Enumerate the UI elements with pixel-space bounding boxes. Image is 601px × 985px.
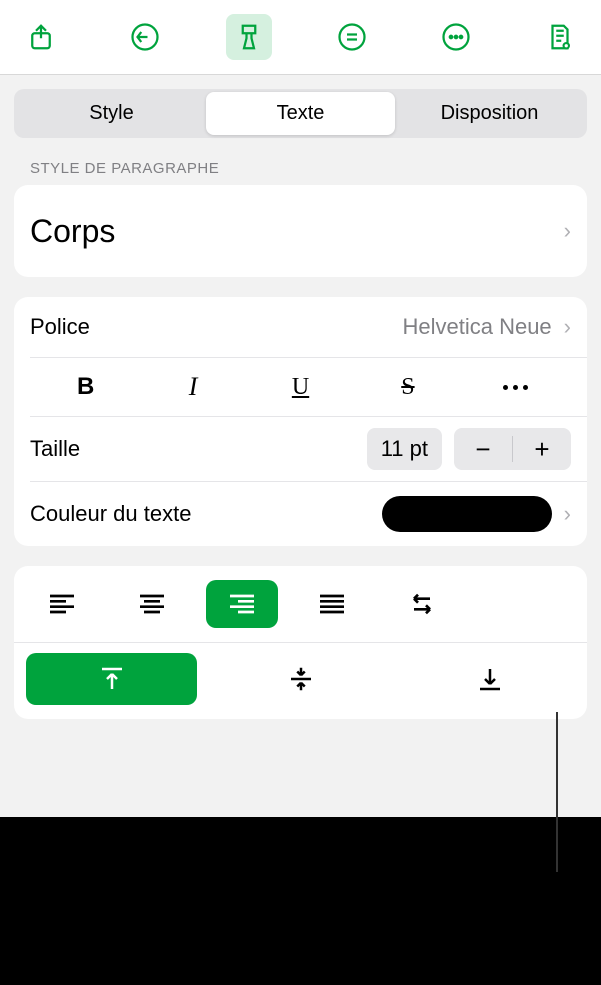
size-stepper: − + <box>454 428 571 470</box>
align-left-button[interactable] <box>26 580 98 628</box>
comment-button[interactable] <box>329 14 375 60</box>
horizontal-align-row <box>14 566 587 642</box>
tab-text[interactable]: Texte <box>206 92 395 135</box>
bold-button[interactable]: B <box>77 373 94 401</box>
size-increase-button[interactable]: + <box>513 428 571 470</box>
valign-bottom-button[interactable] <box>404 653 575 705</box>
valign-middle-button[interactable] <box>215 653 386 705</box>
font-value: Helvetica Neue <box>402 314 551 340</box>
align-center-button[interactable] <box>116 580 188 628</box>
paragraph-style-card[interactable]: Corps › <box>14 185 587 277</box>
size-row: Taille 11 pt − + <box>14 417 587 481</box>
underline-button[interactable]: U <box>292 374 309 401</box>
text-direction-button[interactable] <box>386 580 458 628</box>
share-button[interactable] <box>18 14 64 60</box>
vertical-align-row <box>14 643 587 719</box>
toolbar <box>0 0 601 75</box>
format-tabs: Style Texte Disposition <box>14 89 587 138</box>
callout-line <box>556 712 558 872</box>
text-format-card: Police Helvetica Neue › B I U S Taille 1… <box>14 297 587 546</box>
chevron-right-icon: › <box>564 501 571 527</box>
tab-style[interactable]: Style <box>17 92 206 135</box>
size-decrease-button[interactable]: − <box>454 428 512 470</box>
bottom-black-region <box>0 817 601 985</box>
text-color-row[interactable]: Couleur du texte › <box>14 482 587 546</box>
more-styles-button[interactable] <box>503 385 528 390</box>
text-color-swatch <box>382 496 552 532</box>
valign-top-button[interactable] <box>26 653 197 705</box>
align-justify-button[interactable] <box>296 580 368 628</box>
text-color-label: Couleur du texte <box>30 501 191 527</box>
strikethrough-button[interactable]: S <box>401 374 414 401</box>
paragraph-style-section-title: STYLE DE PARAGRAPHE <box>30 160 587 177</box>
format-panel: Style Texte Disposition STYLE DE PARAGRA… <box>0 75 601 817</box>
undo-button[interactable] <box>122 14 168 60</box>
font-label: Police <box>30 314 90 340</box>
alignment-card <box>14 566 587 719</box>
tab-layout[interactable]: Disposition <box>395 92 584 135</box>
chevron-right-icon: › <box>564 314 571 340</box>
format-brush-button[interactable] <box>226 14 272 60</box>
paragraph-style-name: Corps <box>30 213 115 250</box>
document-view-button[interactable] <box>537 14 583 60</box>
font-row[interactable]: Police Helvetica Neue › <box>14 297 587 357</box>
size-value[interactable]: 11 pt <box>367 428 442 470</box>
italic-button[interactable]: I <box>189 372 198 402</box>
font-style-row: B I U S <box>14 358 587 416</box>
chevron-right-icon: › <box>564 218 571 244</box>
align-right-button[interactable] <box>206 580 278 628</box>
size-label: Taille <box>30 436 80 462</box>
more-options-button[interactable] <box>433 14 479 60</box>
